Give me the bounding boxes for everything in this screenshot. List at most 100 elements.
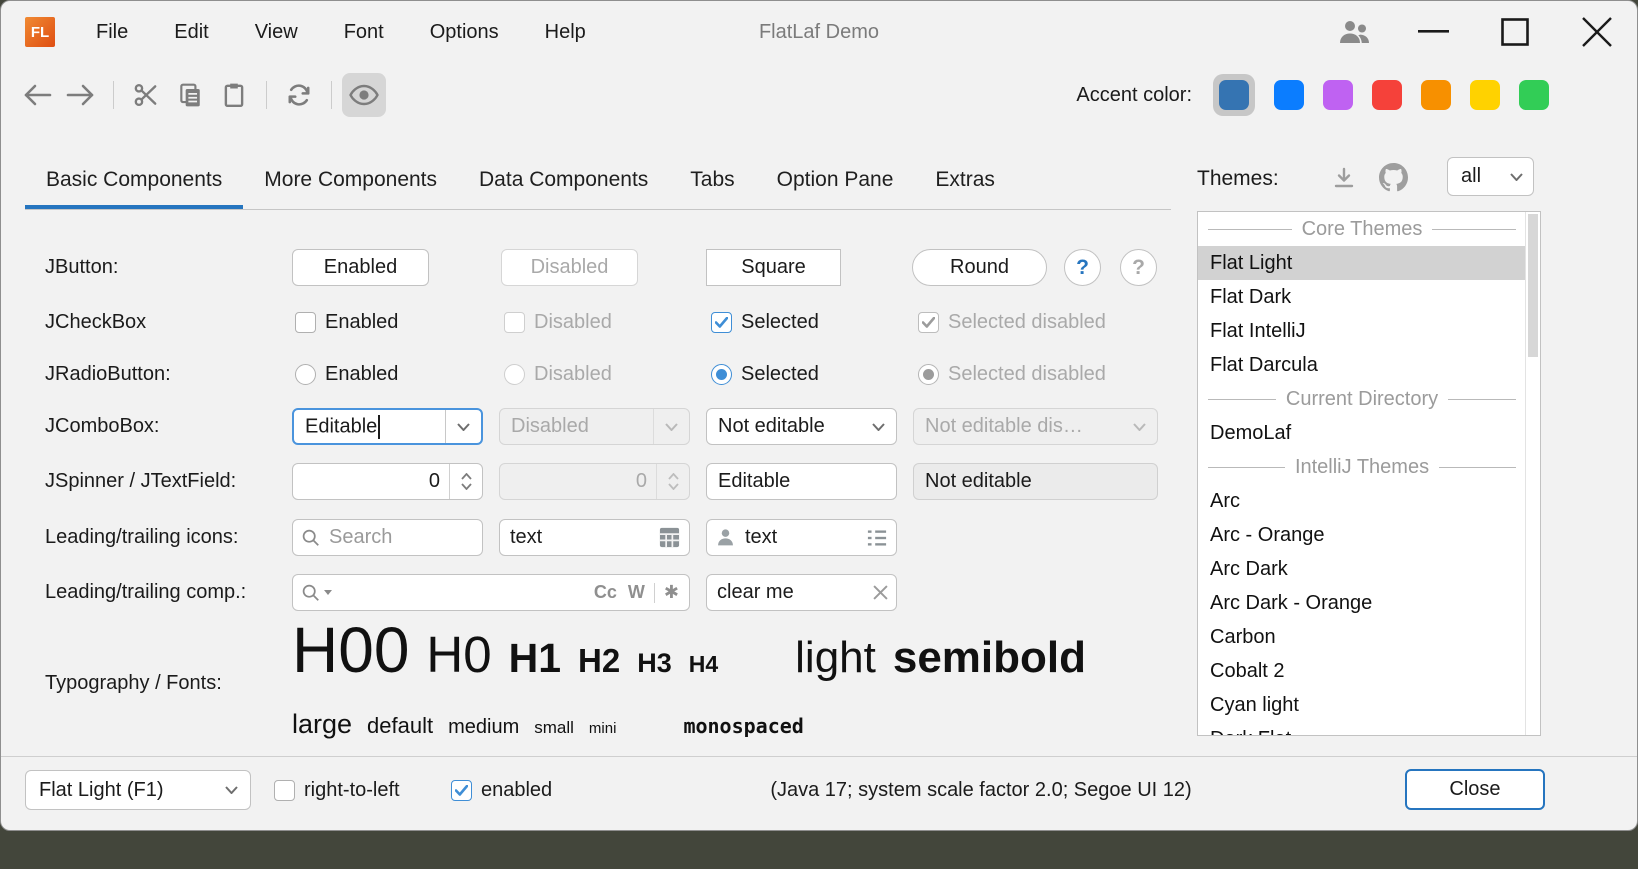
tab-data-components[interactable]: Data Components [458,151,669,209]
accent-color-label: Accent color: [1076,84,1192,107]
radio-disabled: Disabled [504,356,612,393]
small-sample: small [534,718,574,738]
window-close-button[interactable] [1571,1,1623,63]
accent-swatch[interactable] [1372,80,1402,110]
laf-selector-combobox[interactable]: Flat Light (F1) [25,770,251,810]
theme-item-dark-flat[interactable]: Dark Flat [1198,722,1526,736]
text-input[interactable] [508,526,651,549]
theme-item-arc[interactable]: Arc [1198,484,1526,518]
minimize-button[interactable] [1407,1,1459,63]
tab-basic-components[interactable]: Basic Components [25,151,243,209]
radio-icon [295,364,316,385]
search-icon[interactable] [301,583,320,602]
search-dropdown-icon[interactable] [324,590,332,595]
search-input[interactable] [339,581,585,604]
tab-more-components[interactable]: More Components [243,151,458,209]
back-button[interactable] [15,73,59,117]
eye-toggle-button[interactable] [342,73,386,117]
scrollbar-thumb[interactable] [1528,214,1538,357]
list-icon [866,528,888,548]
theme-item-carbon[interactable]: Carbon [1198,620,1526,654]
text-field-trailing-icon[interactable] [499,519,690,556]
enabled-checkbox[interactable]: enabled [451,770,552,810]
menu-view[interactable]: View [232,21,321,44]
chevron-down-icon[interactable] [445,410,481,443]
close-button[interactable]: Close [1405,769,1545,810]
search-field-with-options[interactable]: Cc W ✱ [292,574,690,611]
help-button[interactable]: ? [1064,249,1101,286]
regex-button[interactable]: ✱ [662,582,681,603]
toolbar-separator [113,81,114,109]
monospaced-sample: monospaced [683,714,803,738]
theme-item-demolaf[interactable]: DemoLaf [1198,416,1526,450]
themes-scrollbar[interactable] [1525,212,1540,735]
rtl-checkbox[interactable]: right-to-left [274,770,400,810]
spinner[interactable]: 0 [292,463,483,500]
menu-options[interactable]: Options [407,21,522,44]
theme-item-flat-light[interactable]: Flat Light [1198,246,1526,280]
theme-item-cobalt-2[interactable]: Cobalt 2 [1198,654,1526,688]
square-button[interactable]: Square [706,249,841,286]
menu-file[interactable]: File [73,21,151,44]
menu-edit[interactable]: Edit [151,21,231,44]
accent-swatch[interactable] [1274,80,1304,110]
enabled-checkbox-label: enabled [481,779,552,802]
disabled-button: Disabled [501,249,638,286]
clearable-field[interactable] [706,574,897,611]
theme-item-arc-orange[interactable]: Arc - Orange [1198,518,1526,552]
radio-selected[interactable]: Selected [711,356,819,393]
match-case-button[interactable]: Cc [592,582,619,603]
spinner-up-icon[interactable] [461,473,472,480]
toolbar [15,63,386,127]
round-button[interactable]: Round [912,249,1047,286]
clear-icon[interactable] [873,585,888,600]
chevron-down-icon [653,409,689,444]
github-icon[interactable] [1377,161,1409,193]
accent-swatch[interactable] [1470,80,1500,110]
themes-filter-combobox[interactable]: all [1447,157,1534,196]
chevron-down-icon [225,786,238,794]
enabled-button[interactable]: Enabled [292,249,429,286]
textfield-not-editable: Not editable [913,463,1158,500]
download-icon[interactable] [1329,163,1359,193]
radio-enabled[interactable]: Enabled [295,356,398,393]
maximize-button[interactable] [1489,1,1541,63]
combobox-editable[interactable]: Editable [292,408,483,445]
theme-item-flat-darcula[interactable]: Flat Darcula [1198,348,1526,382]
checkbox-check-icon [918,312,939,333]
accent-swatch[interactable] [1323,80,1353,110]
text-field-leading-trailing-icons[interactable] [706,519,897,556]
paste-button[interactable] [212,73,256,117]
tab-extras[interactable]: Extras [914,151,1016,209]
accent-swatch[interactable] [1519,80,1549,110]
theme-item-flat-dark[interactable]: Flat Dark [1198,280,1526,314]
accent-swatch-selected[interactable] [1213,74,1255,116]
forward-button[interactable] [59,73,103,117]
refresh-button[interactable] [277,73,321,117]
users-icon[interactable] [1329,1,1381,63]
search-input[interactable] [327,526,474,549]
checkbox-selected[interactable]: Selected [711,304,819,341]
checkbox-enabled[interactable]: Enabled [295,304,398,341]
theme-item-cyan-light[interactable]: Cyan light [1198,688,1526,722]
tab-tabs[interactable]: Tabs [669,151,755,209]
theme-item-flat-intellij[interactable]: Flat IntelliJ [1198,314,1526,348]
theme-item-arc-dark[interactable]: Arc Dark [1198,552,1526,586]
combobox-not-editable[interactable]: Not editable [706,408,897,445]
menu-font[interactable]: Font [321,21,407,44]
spinner-down-icon[interactable] [461,483,472,490]
theme-item-arc-dark-orange[interactable]: Arc Dark - Orange [1198,586,1526,620]
tab-option-pane[interactable]: Option Pane [756,151,915,209]
text-input[interactable] [743,526,859,549]
clearable-input[interactable] [715,581,866,604]
copy-button[interactable] [168,73,212,117]
field-divider [654,583,655,603]
menu-help[interactable]: Help [522,21,609,44]
whole-word-button[interactable]: W [626,582,647,603]
cut-button[interactable] [124,73,168,117]
search-field[interactable] [292,519,483,556]
textfield-editable[interactable]: Editable [706,463,897,500]
accent-swatch[interactable] [1421,80,1451,110]
accent-color-bar: Accent color: [1076,63,1549,127]
icons-row-label: Leading/trailing icons: [45,519,238,556]
